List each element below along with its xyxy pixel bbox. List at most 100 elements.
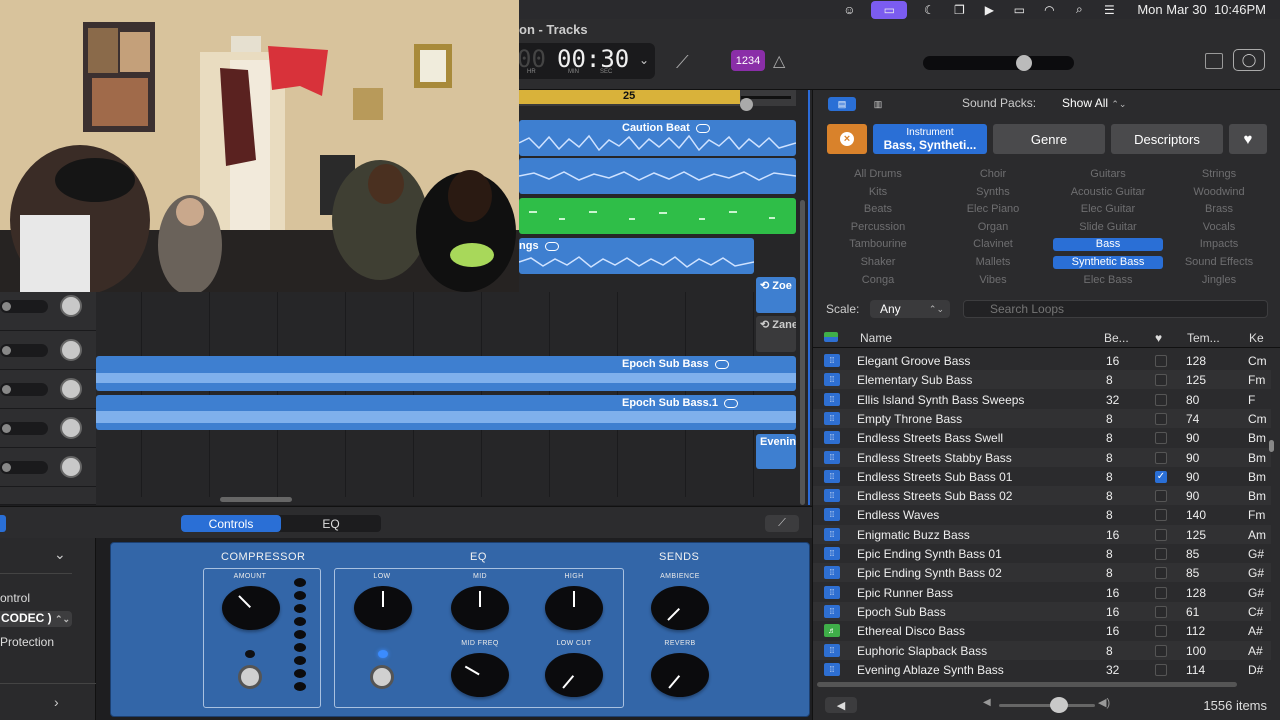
preview-volume-slider[interactable] [999,704,1095,707]
control-center-icon[interactable]: ☰ [1101,3,1117,17]
keyword-button[interactable]: Elec Bass [1053,274,1163,287]
mute-toggle[interactable] [0,344,48,357]
favorite-checkbox[interactable] [1155,644,1167,657]
loop-browser-button[interactable]: ◯ [1233,49,1265,71]
chevron-down-icon[interactable]: ⌄ [54,546,66,563]
favorite-checkbox[interactable] [1155,605,1167,618]
tuner-icon[interactable]: ⟋ [676,52,689,73]
volume-knob[interactable] [60,417,82,439]
region-epoch-sub-bass[interactable]: Epoch Sub Bass [96,356,796,391]
track-header[interactable] [0,370,96,409]
track-header[interactable] [0,448,96,487]
region-zane[interactable]: ⟲ Zane [756,316,796,352]
zoom-slider-knob[interactable] [740,98,753,111]
search-loops-input[interactable] [963,300,1268,318]
favorite-checkbox[interactable]: ✓ [1155,470,1167,483]
region-evening[interactable]: Evenin [756,434,796,469]
loop-row[interactable]: ♬ Ethereal Disco Bass 16 112 A# [813,621,1271,640]
play-icon[interactable]: ▶ [981,3,997,17]
keyword-button[interactable]: Slide Guitar [1053,221,1163,234]
scale-popup[interactable]: Any ⌃⌄ [870,300,950,318]
preview-volume-button[interactable]: ◀ [825,697,857,713]
keyword-button[interactable]: Synths [938,186,1048,199]
volume-knob[interactable] [60,295,82,317]
reset-filter-button[interactable]: × [827,124,867,154]
tab-eq[interactable]: EQ [281,515,381,532]
favorite-checkbox[interactable] [1155,625,1167,638]
keyword-button[interactable]: Guitars [1053,168,1163,181]
region-midi[interactable] [519,198,796,234]
keyword-button[interactable]: Brass [1164,203,1274,216]
notepad-icon[interactable] [1205,53,1223,69]
keyword-button[interactable]: Beats [823,203,933,216]
tracks-horizontal-scrollbar[interactable] [220,497,292,502]
loop-row[interactable]: ⁞⁞ Endless Waves 8 140 Fm [813,505,1271,524]
instrument-filter-button[interactable]: Instrument Bass, Syntheti... [873,124,987,154]
sound-packs-popup[interactable]: Show All ⌃⌄ [1062,96,1126,110]
loop-row[interactable]: ⁞⁞ Elementary Sub Bass 8 125 Fm [813,370,1271,390]
tab-controls[interactable]: Controls [181,515,281,532]
favorite-checkbox[interactable] [1155,586,1167,599]
ambience-knob[interactable] [651,586,709,630]
favorite-checkbox[interactable] [1155,663,1167,676]
tracks-vertical-scrollbar[interactable] [800,200,805,505]
loop-row[interactable]: ⁞⁞ Elegant Groove Bass 16 128 Cm [813,351,1271,370]
track-header[interactable] [0,409,96,448]
loop-row[interactable]: ⁞⁞ Endless Streets Sub Bass 02 8 90 Bm [813,486,1271,506]
loop-row[interactable]: ⁞⁞ Empty Throne Bass 8 74 Cm [813,408,1271,428]
keyword-button[interactable]: Vibes [938,274,1048,287]
loop-row[interactable]: ⁞⁞ Endless Streets Sub Bass 01 8 ✓ 90 Bm [813,467,1271,486]
favorite-checkbox[interactable] [1155,490,1167,503]
loop-row[interactable]: ⁞⁞ Endless Streets Bass Swell 8 90 Bm [813,428,1271,447]
keyword-button[interactable]: Bass [1053,238,1163,252]
favorite-checkbox[interactable] [1155,548,1167,560]
keyword-button[interactable]: Impacts [1164,238,1274,251]
favorite-checkbox[interactable] [1155,355,1167,367]
master-volume-knob[interactable] [1016,55,1032,71]
region-audio[interactable] [519,158,796,194]
finder-icon[interactable]: ☺ [841,3,857,17]
high-knob[interactable] [545,586,603,630]
loop-row[interactable]: ⁞⁞ Endless Streets Stabby Bass 8 90 Bm [813,447,1271,467]
keyword-button[interactable]: Strings [1164,168,1274,181]
eq-switch[interactable] [370,665,394,689]
favorite-checkbox[interactable] [1155,528,1167,541]
favorite-checkbox[interactable] [1155,451,1167,464]
track-header[interactable] [0,292,96,331]
mid-knob[interactable] [451,586,509,630]
column-key[interactable]: Ke [1249,331,1264,345]
favorite-checkbox[interactable] [1155,432,1167,445]
genre-filter-button[interactable]: Genre [993,124,1105,154]
track-header[interactable] [0,487,96,505]
favorite-checkbox[interactable] [1155,509,1167,522]
keyword-button[interactable]: Elec Guitar [1053,203,1163,216]
mute-toggle[interactable] [0,422,48,435]
lcd-display[interactable]: 00 00:30 HR MIN SEC ⌄ [505,43,655,79]
region-caution-beat[interactable]: Caution Beat [519,120,796,156]
keyword-button[interactable]: Acoustic Guitar [1053,186,1163,199]
loop-row[interactable]: ⁞⁞ Epic Ending Synth Bass 02 8 85 G# [813,563,1271,583]
keyword-button[interactable]: Tambourine [823,238,933,251]
ruler[interactable]: 25 [519,90,796,106]
loop-row[interactable]: ⁞⁞ Enigmatic Buzz Bass 16 125 Am [813,524,1271,544]
column-tempo[interactable]: Tem... [1187,331,1220,345]
loop-row[interactable]: ⁞⁞ Epic Runner Bass 16 128 G# [813,583,1271,602]
metronome-icon[interactable]: △ [773,51,785,71]
keyword-button[interactable]: All Drums [823,168,933,181]
browser-horizontal-scrollbar[interactable] [817,682,1237,687]
keyword-button[interactable]: Percussion [823,221,933,234]
region-zoe[interactable]: ⟲ Zoe [756,277,796,313]
column-beats[interactable]: Be... [1104,331,1129,345]
keyword-button[interactable]: Woodwind [1164,186,1274,199]
browser-vertical-scrollbar[interactable] [1269,440,1274,452]
favorite-checkbox[interactable] [1155,567,1167,580]
search-icon[interactable]: ⌕ [1071,2,1087,16]
type-column-icon[interactable] [824,332,838,342]
mute-toggle[interactable] [0,300,48,313]
loop-row[interactable]: ⁞⁞ Epoch Sub Bass 16 61 C# [813,601,1271,621]
volume-knob[interactable] [60,339,82,361]
favorites-filter-button[interactable]: ♥ [1229,124,1267,154]
keyword-button[interactable]: Elec Piano [938,203,1048,216]
master-volume-slider[interactable] [923,55,1074,71]
volume-knob[interactable] [60,378,82,400]
